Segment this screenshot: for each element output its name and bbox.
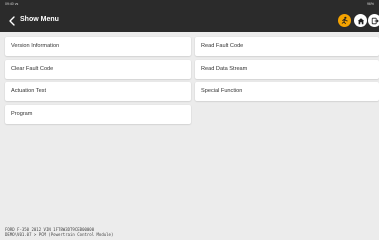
exit-icon bbox=[371, 17, 379, 24]
diagnostic-person-button[interactable] bbox=[338, 14, 351, 27]
vehicle-info-footer: FORD F-350 2012 VIN 1FT8W3DT9CEB00000 DE… bbox=[5, 227, 375, 237]
chevron-left-icon bbox=[9, 16, 15, 26]
status-battery: 96% bbox=[366, 2, 374, 6]
menu-item-special-function[interactable]: Special Function bbox=[195, 82, 379, 101]
menu-item-label: Read Data Stream bbox=[201, 66, 248, 72]
status-time: 09:40 vs bbox=[5, 2, 19, 6]
menu-item-actuation-test[interactable]: Actuation Test bbox=[5, 82, 191, 101]
person-run-icon bbox=[341, 16, 348, 25]
home-button[interactable] bbox=[354, 14, 367, 27]
status-bar: 09:40 vs 96% bbox=[0, 0, 379, 9]
menu-item-clear-fault-code[interactable]: Clear Fault Code bbox=[5, 60, 191, 79]
page-title: Show Menu bbox=[20, 16, 59, 23]
menu-item-read-fault-code[interactable]: Read Fault Code bbox=[195, 37, 379, 56]
menu-item-label: Clear Fault Code bbox=[11, 66, 54, 72]
menu-item-label: Version Information bbox=[11, 43, 60, 49]
exit-button[interactable] bbox=[368, 14, 379, 27]
menu-item-program[interactable]: Program bbox=[5, 105, 191, 124]
menu-item-label: Special Function bbox=[201, 88, 243, 94]
top-bar: 09:40 vs 96% Show Menu bbox=[0, 0, 379, 32]
home-icon bbox=[357, 17, 364, 24]
menu-item-read-data-stream[interactable]: Read Data Stream bbox=[195, 60, 379, 79]
back-button[interactable] bbox=[8, 15, 16, 27]
menu-item-label: Actuation Test bbox=[11, 88, 47, 94]
menu-item-label: Program bbox=[11, 111, 33, 117]
module-path-line: DEMO\V01.07 > PCM (Powertrain Control Mo… bbox=[5, 232, 114, 237]
menu-item-version-information[interactable]: Version Information bbox=[5, 37, 191, 56]
menu-item-label: Read Fault Code bbox=[201, 43, 244, 49]
